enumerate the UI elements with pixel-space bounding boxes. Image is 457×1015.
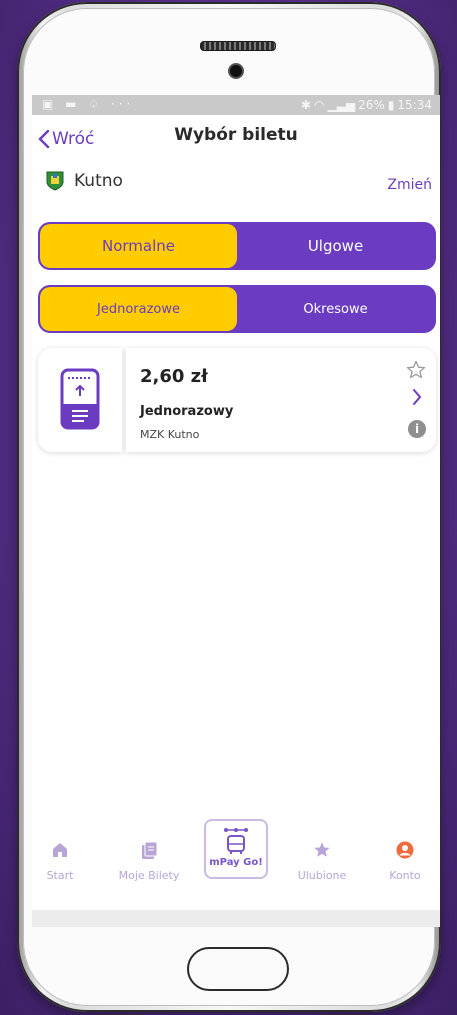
star-icon [314,842,330,857]
info-icon[interactable]: i [408,420,426,438]
ticket-name: Jednorazowy [140,404,234,419]
ticket-icon [60,368,100,430]
notification-icons: ▣ ▬ ♤ ··· [42,97,135,111]
tab-bar: Start Moje Bilety mPay Go! Ulubione Kont… [32,815,440,885]
ticket-price: 2,60 zł [140,366,208,387]
tab-start[interactable]: Start [32,815,95,885]
tab-account[interactable]: Konto [370,815,440,885]
favorite-star-icon[interactable] [406,360,426,380]
tab-mpay-go-label: mPay Go! [209,857,263,868]
tab-start-label: Start [46,869,74,882]
city-name: Kutno [74,171,123,191]
ticket-icon-panel [38,348,122,452]
chevron-right-icon[interactable] [412,388,422,406]
kind-period-option[interactable]: Okresowe [237,287,434,331]
tab-account-label: Konto [389,869,421,882]
city-row: Kutno [46,171,123,191]
tab-my-tickets[interactable]: Moje Bilety [114,815,184,885]
signal-icon: ▁▃▅ [327,98,356,112]
home-button[interactable] [187,947,289,991]
page-title: Wybór biletu [174,125,298,145]
front-camera [230,65,242,77]
fare-normal-option[interactable]: Normalne [40,224,237,268]
earpiece-speaker [200,41,276,51]
change-city-link[interactable]: Zmień [387,177,432,193]
status-right: ✱ ◠ ▁▃▅ 26% ▮ 15:34 [301,98,432,112]
bottom-strip [32,910,440,927]
fare-reduced-option[interactable]: Ulgowe [237,224,434,268]
ticket-operator: MZK Kutno [140,428,200,441]
header: Wróć Wybór biletu [32,115,440,159]
screen: ▣ ▬ ♤ ··· ✱ ◠ ▁▃▅ 26% ▮ 15:34 Wróć Wybór… [32,95,440,927]
ticket-kind-toggle: Jednorazowe Okresowe [38,285,436,333]
wifi-icon: ◠ [313,98,325,112]
bus-icon [224,828,248,854]
ticket-details: 2,60 zł Jednorazowy MZK Kutno i [126,348,436,452]
fare-type-toggle: Normalne Ulgowe [38,222,436,270]
city-crest-icon [46,171,64,191]
ticket-card[interactable]: 2,60 zł Jednorazowy MZK Kutno i [38,348,436,452]
battery-icon: ▮ [387,98,395,112]
tab-mpay-go[interactable]: mPay Go! [204,819,268,879]
tickets-icon [142,841,158,859]
tab-my-tickets-label: Moje Bilety [118,869,180,882]
battery-level: 26% [358,98,385,112]
bluetooth-icon: ✱ [300,98,311,112]
home-icon [53,843,67,857]
tab-favorites-label: Ulubione [297,869,347,882]
clock: 15:34 [397,98,432,112]
tab-favorites[interactable]: Ulubione [287,815,357,885]
account-icon [396,841,414,859]
status-bar: ▣ ▬ ♤ ··· ✱ ◠ ▁▃▅ 26% ▮ 15:34 [32,95,440,115]
kind-single-option[interactable]: Jednorazowe [40,287,237,331]
